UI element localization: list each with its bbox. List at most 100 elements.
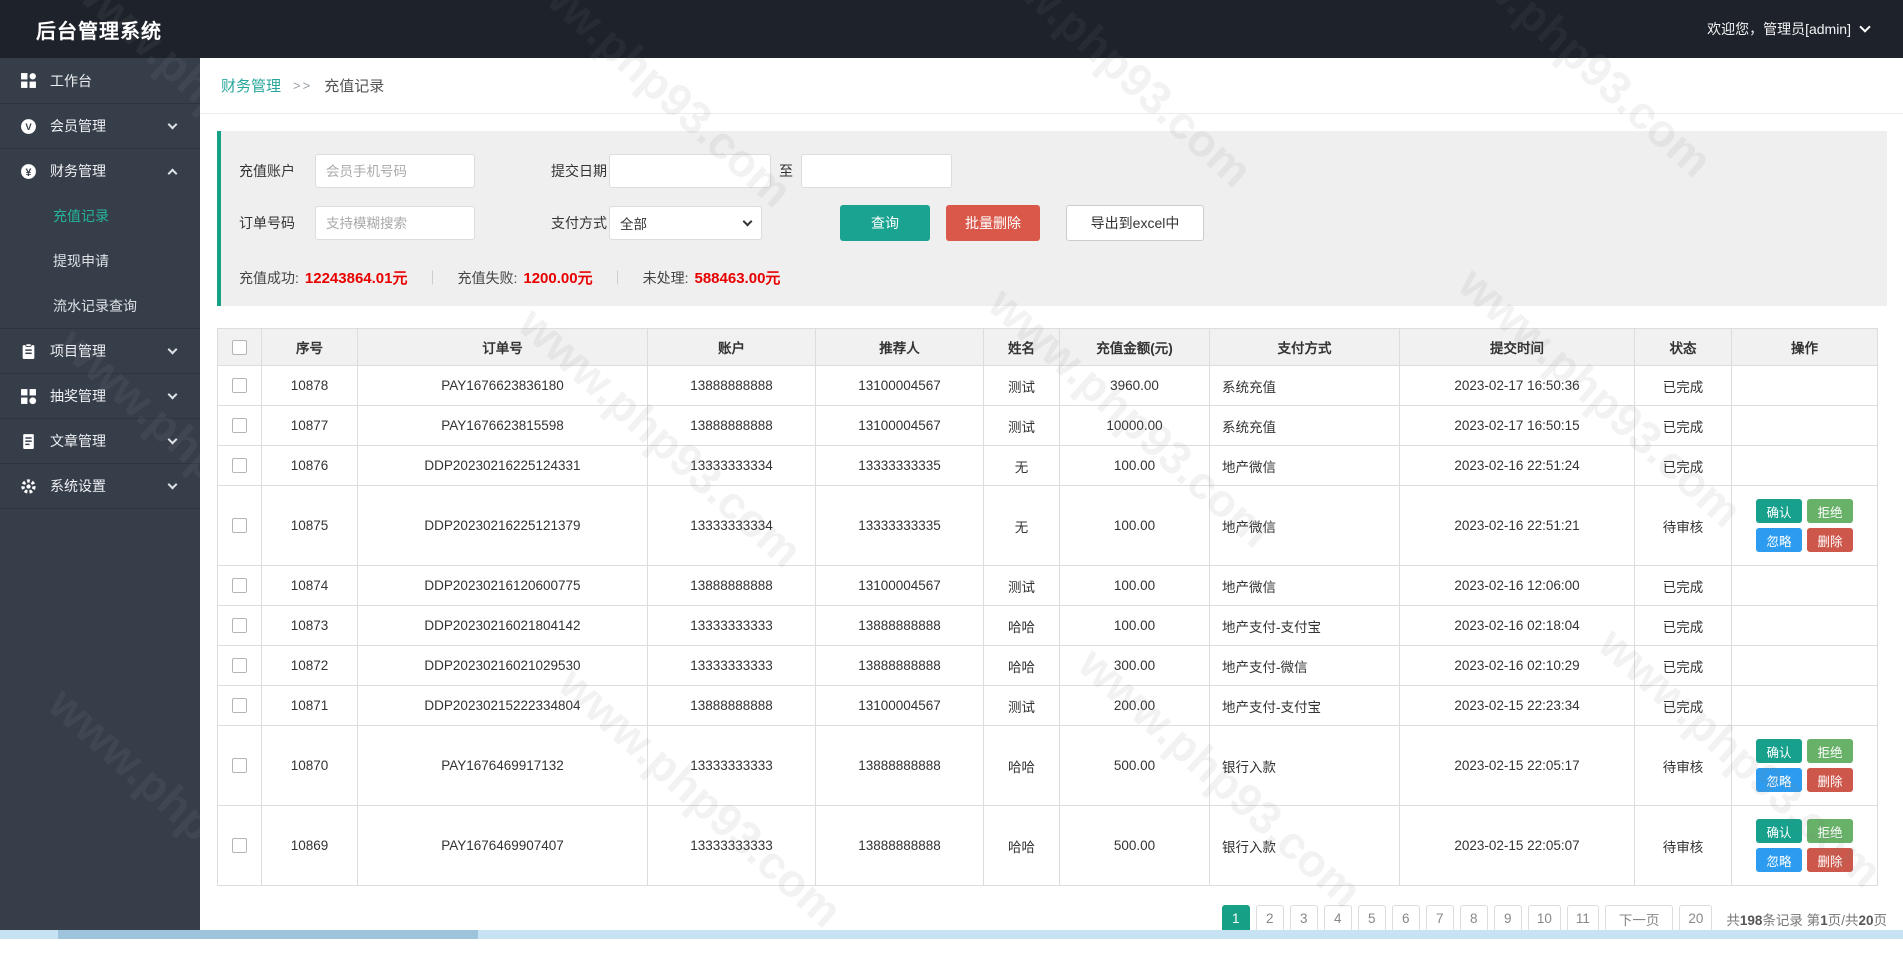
date-from-input[interactable] (609, 154, 771, 188)
reject-button[interactable]: 拒绝 (1807, 499, 1853, 523)
cell-account: 13888888888 (648, 366, 816, 406)
cell-referrer: 13100004567 (816, 406, 984, 446)
cell-status: 已完成 (1635, 446, 1732, 486)
next-page-button[interactable]: 下一页 (1605, 905, 1674, 932)
cell-actions (1732, 686, 1878, 726)
confirm-button[interactable]: 确认 (1756, 739, 1802, 763)
export-excel-button[interactable]: 导出到excel中 (1066, 205, 1204, 241)
confirm-button[interactable]: 确认 (1756, 819, 1802, 843)
delete-button[interactable]: 删除 (1807, 528, 1853, 552)
row-checkbox[interactable] (232, 618, 247, 633)
select-all-checkbox[interactable] (232, 340, 247, 355)
cell-order-no: PAY1676469907407 (358, 806, 648, 886)
row-checkbox[interactable] (232, 378, 247, 393)
cell-pay-method: 地产微信 (1210, 566, 1400, 606)
row-checkbox[interactable] (232, 838, 247, 853)
page-button-10[interactable]: 10 (1528, 905, 1561, 932)
user-menu[interactable]: 欢迎您，管理员[admin] (1707, 19, 1869, 39)
user-menu-label: 欢迎您，管理员[admin] (1707, 19, 1851, 39)
page-button-8[interactable]: 8 (1460, 905, 1488, 932)
order-input[interactable] (315, 206, 475, 240)
cell-actions (1732, 406, 1878, 446)
page-button-7[interactable]: 7 (1426, 905, 1454, 932)
delete-button[interactable]: 删除 (1807, 848, 1853, 872)
account-input[interactable] (315, 154, 475, 188)
cell-status: 已完成 (1635, 366, 1732, 406)
cell-serial: 10875 (262, 486, 358, 566)
sidebar-subitem-withdraw-requests[interactable]: 提现申请 (0, 238, 200, 283)
sidebar-item-lottery[interactable]: 抽奖管理 (0, 373, 200, 418)
cell-amount: 10000.00 (1060, 406, 1210, 446)
ignore-button[interactable]: 忽略 (1756, 848, 1802, 872)
ignore-button[interactable]: 忽略 (1756, 768, 1802, 792)
row-checkbox[interactable] (232, 578, 247, 593)
reject-button[interactable]: 拒绝 (1807, 739, 1853, 763)
filter-panel: 充值账户 提交日期 至 订单号码 支付方式 全部 查询 批量删除 导出到exce… (217, 131, 1887, 306)
cell-actions: 确认 拒绝 忽略 删除 (1732, 806, 1878, 886)
stat-separator: ｜ (611, 268, 625, 288)
cell-amount: 300.00 (1060, 646, 1210, 686)
page-button-11[interactable]: 11 (1567, 905, 1599, 932)
app-title: 后台管理系统 (36, 15, 162, 44)
cell-actions (1732, 446, 1878, 486)
horizontal-scrollbar[interactable] (0, 930, 1903, 939)
sidebar-subitem-flow-query[interactable]: 流水记录查询 (0, 283, 200, 328)
reject-button[interactable]: 拒绝 (1807, 819, 1853, 843)
date-to-input[interactable] (801, 154, 952, 188)
cell-order-no: DDP20230216120600775 (358, 566, 648, 606)
page-button-4[interactable]: 4 (1324, 905, 1352, 932)
row-checkbox[interactable] (232, 698, 247, 713)
cell-name: 测试 (984, 406, 1060, 446)
stat-success-label: 充值成功: (239, 268, 299, 288)
page-button-9[interactable]: 9 (1494, 905, 1522, 932)
sidebar-item-settings[interactable]: 系统设置 (0, 463, 200, 508)
sidebar-item-members[interactable]: V 会员管理 (0, 103, 200, 148)
delete-button[interactable]: 删除 (1807, 768, 1853, 792)
cell-checkbox (218, 566, 262, 606)
chevron-up-icon (168, 168, 178, 178)
page-button-3[interactable]: 3 (1290, 905, 1318, 932)
row-checkbox[interactable] (232, 658, 247, 673)
chevron-down-icon (168, 389, 178, 399)
cell-name: 哈哈 (984, 806, 1060, 886)
ignore-button[interactable]: 忽略 (1756, 528, 1802, 552)
table-row: 10877 PAY1676623815598 13888888888 13100… (218, 406, 1878, 446)
sidebar-item-label: 文章管理 (50, 431, 106, 451)
search-button[interactable]: 查询 (840, 205, 930, 241)
cell-submit-time: 2023-02-16 22:51:24 (1400, 446, 1635, 486)
confirm-button[interactable]: 确认 (1756, 499, 1802, 523)
cell-pay-method: 地产微信 (1210, 486, 1400, 566)
breadcrumb-parent[interactable]: 财务管理 (221, 75, 281, 96)
table-row: 10875 DDP20230216225121379 13333333334 1… (218, 486, 1878, 566)
page-button-5[interactable]: 5 (1358, 905, 1386, 932)
row-checkbox[interactable] (232, 458, 247, 473)
scrollbar-thumb[interactable] (58, 930, 478, 939)
row-checkbox[interactable] (232, 758, 247, 773)
pay-method-select[interactable]: 全部 (609, 206, 762, 240)
page-button-6[interactable]: 6 (1392, 905, 1420, 932)
cell-checkbox (218, 686, 262, 726)
page-button-2[interactable]: 2 (1256, 905, 1284, 932)
breadcrumb-separator: >> (293, 78, 312, 93)
stat-pending-label: 未处理: (643, 268, 689, 288)
sidebar-item-articles[interactable]: 文章管理 (0, 418, 200, 463)
chevron-down-icon (168, 119, 178, 129)
sidebar-item-workbench[interactable]: 工作台 (0, 58, 200, 103)
recharge-table: 序号 订单号 账户 推荐人 姓名 充值金额(元) 支付方式 提交时间 状态 操作… (217, 328, 1878, 886)
row-checkbox[interactable] (232, 418, 247, 433)
sidebar-item-projects[interactable]: 项目管理 (0, 328, 200, 373)
sidebar-item-finance[interactable]: ¥ 财务管理 (0, 148, 200, 193)
sidebar-subitem-recharge-records[interactable]: 充值记录 (0, 193, 200, 238)
row-checkbox[interactable] (232, 518, 247, 533)
page-button-1[interactable]: 1 (1222, 905, 1250, 932)
cell-serial: 10877 (262, 406, 358, 446)
table-row: 10870 PAY1676469917132 13333333333 13888… (218, 726, 1878, 806)
gear-icon (20, 478, 37, 495)
cell-name: 无 (984, 446, 1060, 486)
svg-text:¥: ¥ (26, 166, 32, 178)
cell-checkbox (218, 446, 262, 486)
cell-submit-time: 2023-02-16 02:10:29 (1400, 646, 1635, 686)
finance-icon: ¥ (20, 163, 37, 180)
batch-delete-button[interactable]: 批量删除 (946, 205, 1040, 241)
last-page-button[interactable]: 20 (1679, 905, 1712, 932)
